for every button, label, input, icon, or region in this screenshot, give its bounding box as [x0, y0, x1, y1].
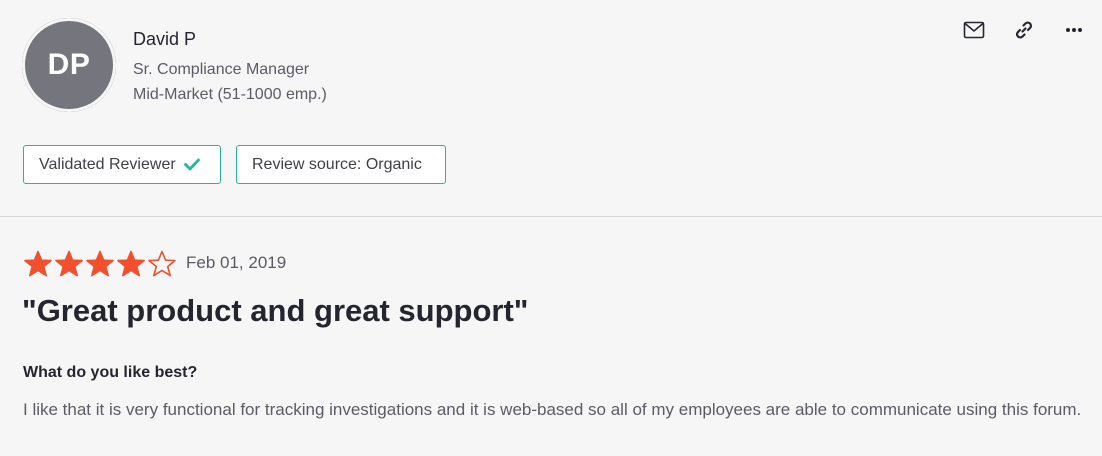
star-filled-icon	[116, 250, 146, 278]
review-source-label: Review source: Organic	[252, 155, 422, 173]
star-filled-icon	[23, 250, 53, 278]
avatar-initials: DP	[23, 19, 115, 111]
validated-reviewer-badge: Validated Reviewer	[23, 145, 221, 184]
review-source-badge: Review source: Organic	[236, 145, 446, 184]
more-icon[interactable]	[1062, 18, 1086, 42]
mail-icon[interactable]	[962, 18, 986, 42]
star-filled-icon	[54, 250, 84, 278]
review-question: What do you like best?	[23, 364, 198, 381]
review-actions	[962, 18, 1086, 42]
checkmark-icon	[183, 158, 200, 171]
reviewer-name: David P	[133, 29, 197, 49]
star-empty-icon	[147, 250, 177, 278]
review-date: Feb 01, 2019	[186, 253, 287, 272]
review-title: "Great product and great support"	[22, 293, 529, 328]
star-filled-icon	[85, 250, 115, 278]
validated-reviewer-label: Validated Reviewer	[39, 155, 176, 173]
avatar: DP	[22, 18, 116, 112]
link-icon[interactable]	[1012, 18, 1036, 42]
reviewer-company-size: Mid-Market (51-1000 emp.)	[133, 86, 327, 103]
star-rating	[23, 250, 177, 278]
reviewer-title: Sr. Compliance Manager	[133, 61, 310, 78]
section-divider	[0, 216, 1102, 217]
review-answer: I like that it is very functional for tr…	[23, 400, 1082, 419]
